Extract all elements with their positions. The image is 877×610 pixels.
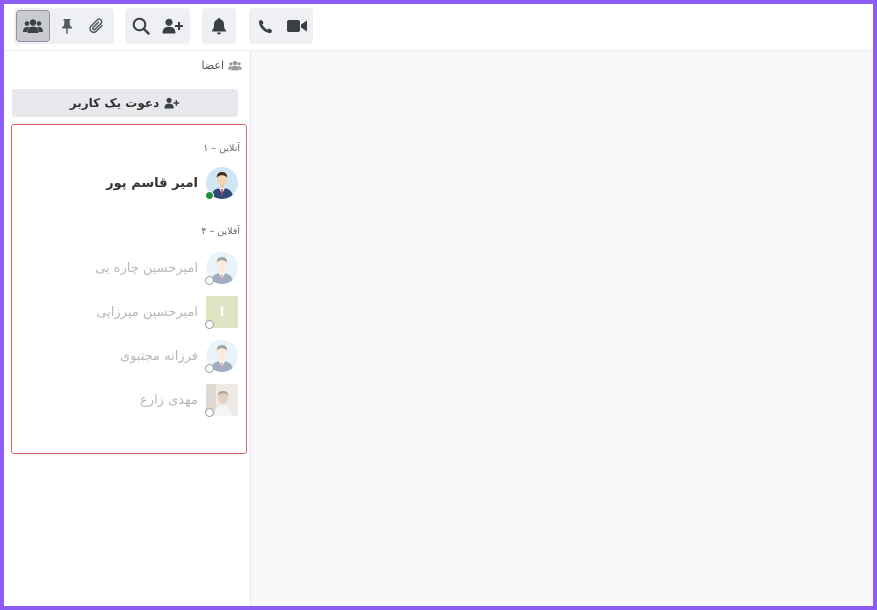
top-toolbar	[4, 4, 873, 51]
notifications-button[interactable]	[202, 8, 236, 44]
paperclip-icon	[89, 18, 103, 34]
member-name: مهدی زارع	[139, 392, 198, 408]
video-icon	[287, 20, 307, 32]
avatar: ا	[205, 296, 238, 329]
invite-user-button[interactable]: دعوت یک کاربر	[12, 89, 238, 117]
toolbar-group-calls	[249, 8, 313, 44]
toolbar-group-search	[125, 8, 190, 44]
add-user-button[interactable]	[157, 8, 189, 44]
search-icon	[132, 17, 150, 35]
phone-icon	[258, 19, 272, 33]
offline-section-label: آفلاین – ۴	[201, 226, 240, 237]
video-call-button[interactable]	[281, 8, 313, 44]
bell-icon	[212, 18, 226, 35]
invite-user-label: دعوت یک کاربر	[69, 96, 160, 110]
attach-button[interactable]	[82, 8, 112, 44]
member-item[interactable]: ا امیرحسین میرزایی	[96, 294, 238, 330]
offline-status-dot	[205, 320, 214, 329]
member-item[interactable]: فرزانه مجتبوی	[120, 338, 238, 374]
add-user-icon	[164, 97, 180, 109]
avatar	[205, 167, 238, 200]
members-header-label: اعضا	[201, 59, 224, 72]
avatar	[205, 252, 238, 285]
avatar	[205, 340, 238, 373]
toolbar-group-members	[14, 8, 114, 44]
members-list: آنلاین – ۱ امیر قاسم پور آفلاین – ۴ امیر…	[11, 124, 247, 454]
members-icon	[228, 60, 242, 71]
online-status-dot	[205, 191, 214, 200]
members-header: اعضا	[201, 59, 242, 72]
member-name: امیرحسین میرزایی	[96, 304, 198, 320]
pin-icon	[62, 19, 72, 34]
search-button[interactable]	[125, 8, 157, 44]
member-item[interactable]: مهدی زارع	[140, 382, 238, 418]
members-sidebar: اعضا دعوت یک کاربر آنلاین – ۱ امیر قاسم …	[4, 51, 251, 606]
member-item[interactable]: امیرحسین چاره یی	[95, 250, 238, 286]
member-name: امیرحسین چاره یی	[95, 260, 198, 276]
main-content-area	[251, 51, 873, 606]
pin-button[interactable]	[52, 8, 82, 44]
offline-status-dot	[205, 364, 214, 373]
members-button[interactable]	[16, 10, 50, 42]
offline-status-dot	[205, 276, 214, 285]
member-name: فرزانه مجتبوی	[119, 348, 198, 364]
avatar	[205, 384, 238, 417]
member-item[interactable]: امیر قاسم پور	[106, 165, 238, 201]
voice-call-button[interactable]	[249, 8, 281, 44]
online-section-label: آنلاین – ۱	[203, 143, 240, 154]
toolbar-group-notifications	[202, 8, 236, 44]
add-user-icon	[162, 18, 183, 34]
members-icon	[23, 19, 43, 33]
member-name: امیر قاسم پور	[106, 175, 198, 191]
offline-status-dot	[205, 408, 214, 417]
